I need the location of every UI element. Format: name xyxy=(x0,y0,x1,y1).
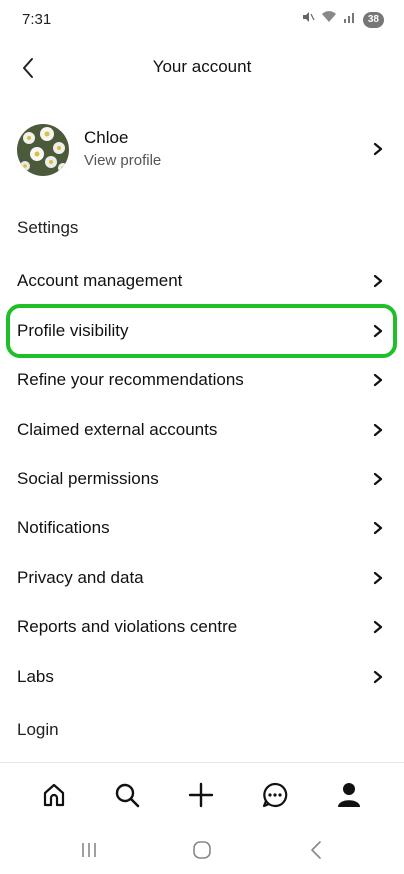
system-home-button[interactable] xyxy=(187,838,217,862)
tab-home[interactable] xyxy=(37,778,71,812)
home-circle-icon xyxy=(193,841,211,859)
plus-icon xyxy=(188,782,214,808)
chevron-right-icon xyxy=(373,324,383,338)
messages-icon xyxy=(262,782,288,808)
menu-item-label: Profile visibility xyxy=(17,321,129,340)
profile-row[interactable]: Chloe View profile xyxy=(0,120,404,182)
back-icon xyxy=(311,841,321,859)
battery-icon: 38 xyxy=(362,11,384,28)
menu-item-notifications[interactable]: Notifications xyxy=(0,506,404,550)
page-title: Your account xyxy=(152,57,252,76)
system-navigation xyxy=(0,826,404,874)
menu-item-label: Claimed external accounts xyxy=(17,420,218,439)
menu-item-labs[interactable]: Labs xyxy=(0,655,404,699)
recent-apps-icon xyxy=(82,843,96,857)
tab-create[interactable] xyxy=(184,778,218,812)
login-heading[interactable]: Login xyxy=(17,720,59,740)
view-profile-link[interactable]: View profile xyxy=(84,152,161,169)
profile-name: Chloe xyxy=(84,128,129,147)
status-bar: 7:31 38 xyxy=(0,0,404,36)
menu-item-privacy-and-data[interactable]: Privacy and data xyxy=(0,556,404,600)
menu-item-label: Notifications xyxy=(17,518,110,537)
settings-heading: Settings xyxy=(17,218,79,237)
tab-bar xyxy=(0,772,404,818)
menu-item-refine-recommendations[interactable]: Refine your recommendations xyxy=(0,358,404,402)
menu-item-label: Social permissions xyxy=(17,469,159,488)
menu-item-profile-visibility[interactable]: Profile visibility xyxy=(0,309,404,353)
chevron-right-icon xyxy=(373,670,383,684)
avatar[interactable] xyxy=(17,124,69,176)
tab-search[interactable] xyxy=(110,778,144,812)
chevron-right-icon xyxy=(373,373,383,387)
menu-item-social-permissions[interactable]: Social permissions xyxy=(0,457,404,501)
chevron-right-icon xyxy=(373,423,383,437)
tab-messages[interactable] xyxy=(258,778,292,812)
search-icon xyxy=(115,783,140,808)
menu-item-label: Reports and violations centre xyxy=(17,617,238,636)
header: Your account xyxy=(0,48,404,88)
wifi-icon xyxy=(321,10,337,29)
chevron-right-icon xyxy=(373,472,383,486)
signal-icon xyxy=(343,10,357,29)
mute-icon xyxy=(301,10,315,29)
profile-icon xyxy=(338,783,360,807)
menu-item-account-management[interactable]: Account management xyxy=(0,259,404,303)
chevron-right-icon xyxy=(373,274,383,288)
system-back-button[interactable] xyxy=(301,838,331,862)
menu-item-label: Account management xyxy=(17,271,183,290)
chevron-right-icon xyxy=(373,571,383,585)
divider xyxy=(0,762,404,763)
status-icons: 38 xyxy=(301,10,384,29)
status-time: 7:31 xyxy=(22,11,52,28)
chevron-right-icon xyxy=(373,620,383,634)
chevron-right-icon xyxy=(373,142,383,156)
menu-item-label: Labs xyxy=(17,667,54,686)
menu-item-label: Privacy and data xyxy=(17,568,144,587)
home-icon xyxy=(43,783,65,807)
tab-profile[interactable] xyxy=(332,778,366,812)
chevron-right-icon xyxy=(373,521,383,535)
menu-item-reports-and-violations[interactable]: Reports and violations centre xyxy=(0,605,404,649)
recent-apps-button[interactable] xyxy=(74,838,104,862)
menu-item-claimed-external-accounts[interactable]: Claimed external accounts xyxy=(0,408,404,452)
menu-item-label: Refine your recommendations xyxy=(17,370,244,389)
